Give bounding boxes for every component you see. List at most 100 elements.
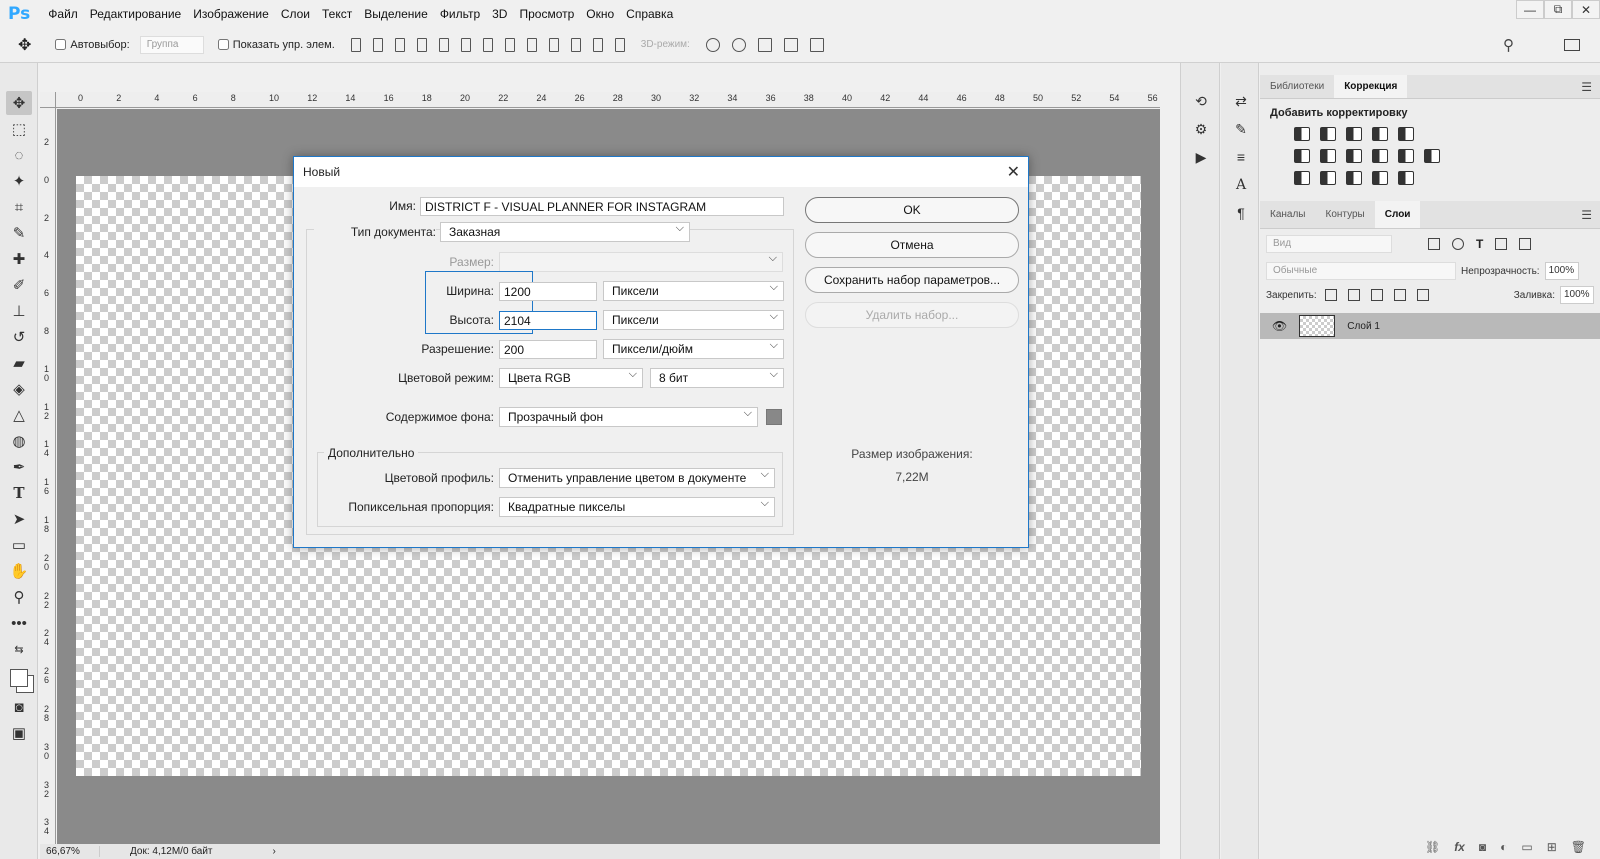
- move-icon[interactable]: ✥: [6, 91, 32, 115]
- layer-row[interactable]: 👁 Слой 1: [1260, 313, 1600, 339]
- width-unit-dropdown[interactable]: Пиксели: [603, 281, 784, 301]
- auto-select-checkbox[interactable]: Автовыбор:: [55, 39, 130, 51]
- distribute-vcenter-icon[interactable]: [504, 37, 515, 52]
- eraser-icon[interactable]: ▰: [6, 351, 32, 375]
- 3d-orbit-icon[interactable]: [705, 37, 720, 52]
- gradient-map-icon[interactable]: [1398, 171, 1414, 185]
- tab-libraries[interactable]: Библиотеки: [1260, 75, 1334, 98]
- group-icon[interactable]: ▭: [1521, 840, 1532, 854]
- auto-align-icon[interactable]: [614, 37, 625, 52]
- channel-mixer-icon[interactable]: [1398, 149, 1414, 163]
- photo-filter-icon[interactable]: [1372, 149, 1388, 163]
- dodge-icon[interactable]: ◍: [6, 429, 32, 453]
- new-layer-icon[interactable]: ⊞: [1547, 840, 1557, 854]
- menu-type[interactable]: Текст: [316, 7, 358, 21]
- background-dropdown[interactable]: Прозрачный фон: [499, 407, 758, 427]
- character-icon[interactable]: A: [1227, 173, 1255, 197]
- path-selection-icon[interactable]: ➤: [6, 507, 32, 531]
- name-input[interactable]: DISTRICT F - VISUAL PLANNER FOR INSTAGRA…: [420, 197, 784, 216]
- levels-icon[interactable]: [1320, 127, 1336, 141]
- actions-play-icon[interactable]: ▶: [1187, 145, 1215, 169]
- distribute-hcenter-icon[interactable]: [570, 37, 581, 52]
- lock-pixels-icon[interactable]: [1347, 289, 1360, 301]
- distribute-right-icon[interactable]: [592, 37, 603, 52]
- distribute-top-icon[interactable]: [482, 37, 493, 52]
- show-transform-checkbox[interactable]: Показать упр. элем.: [217, 39, 335, 51]
- selective-color-icon[interactable]: [1372, 171, 1388, 185]
- quick-mask-icon[interactable]: ◙: [6, 695, 32, 719]
- zoom-level[interactable]: 66,67%: [40, 846, 100, 857]
- auto-select-target-dropdown[interactable]: Группа: [139, 35, 204, 54]
- minimize-icon[interactable]: —: [1516, 0, 1544, 19]
- 3d-pan-icon[interactable]: [757, 37, 772, 52]
- filter-adjustment-icon[interactable]: [1452, 238, 1464, 250]
- crop-icon[interactable]: ⌗: [6, 195, 32, 219]
- posterize-icon[interactable]: [1320, 171, 1336, 185]
- brushes-icon[interactable]: ✎: [1227, 117, 1255, 141]
- 3d-roll-icon[interactable]: [731, 37, 746, 52]
- color-lookup-icon[interactable]: [1424, 149, 1440, 163]
- tab-layers[interactable]: Слои: [1374, 201, 1421, 228]
- paint-bucket-icon[interactable]: ◈: [6, 377, 32, 401]
- filter-smart-icon[interactable]: [1519, 238, 1532, 250]
- lock-artboard-icon[interactable]: [1393, 289, 1406, 301]
- lock-all-icon[interactable]: [1416, 289, 1429, 301]
- mask-icon[interactable]: ◙: [1479, 840, 1486, 854]
- search-icon[interactable]: ⚲: [1503, 36, 1514, 54]
- swap-colors-icon[interactable]: ⇆: [6, 637, 32, 661]
- adjust-icon[interactable]: ⇄: [1227, 89, 1255, 113]
- show-transform-check[interactable]: [217, 39, 229, 50]
- color-swatches-icon[interactable]: [6, 663, 32, 693]
- black-white-icon[interactable]: [1346, 149, 1362, 163]
- menu-image[interactable]: Изображение: [187, 7, 275, 21]
- align-bottom-icon[interactable]: [394, 37, 405, 52]
- workspace-icon[interactable]: [1564, 38, 1580, 51]
- menu-filter[interactable]: Фильтр: [434, 7, 486, 21]
- menu-view[interactable]: Просмотр: [513, 7, 580, 21]
- zoom-icon[interactable]: ⚲: [6, 585, 32, 609]
- link-icon[interactable]: ⛓: [1425, 840, 1440, 854]
- color-profile-dropdown[interactable]: Отменить управление цветом в документе: [499, 468, 775, 488]
- align-top-icon[interactable]: [350, 37, 361, 52]
- threshold-icon[interactable]: [1346, 171, 1362, 185]
- color-mode-dropdown[interactable]: Цвета RGB: [499, 368, 643, 388]
- distribute-bottom-icon[interactable]: [526, 37, 537, 52]
- invert-icon[interactable]: [1294, 171, 1310, 185]
- filter-type-icon[interactable]: T: [1476, 237, 1483, 251]
- lasso-icon[interactable]: ◌: [6, 143, 32, 167]
- fill-field[interactable]: 100%: [1560, 286, 1594, 304]
- ok-button[interactable]: OK: [805, 197, 1019, 223]
- resolution-input[interactable]: 200: [499, 340, 597, 359]
- menu-file[interactable]: Файл: [42, 7, 84, 21]
- align-right-icon[interactable]: [460, 37, 471, 52]
- screen-mode-icon[interactable]: ▣: [6, 721, 32, 745]
- doc-type-dropdown[interactable]: Заказная: [440, 222, 690, 242]
- height-input[interactable]: 2104: [499, 311, 597, 330]
- menu-window[interactable]: Окно: [580, 7, 620, 21]
- more-tools-icon[interactable]: •••: [6, 611, 32, 635]
- blur-icon[interactable]: △: [6, 403, 32, 427]
- close-window-icon[interactable]: ✕: [1572, 0, 1600, 19]
- filter-shape-icon[interactable]: [1495, 238, 1508, 250]
- healing-brush-icon[interactable]: ✚: [6, 247, 32, 271]
- move-tool-icon[interactable]: ✥: [18, 35, 31, 55]
- properties-icon[interactable]: ⚙: [1187, 117, 1215, 141]
- layer-filter-dropdown[interactable]: Вид: [1266, 235, 1392, 253]
- tab-channels[interactable]: Каналы: [1260, 201, 1316, 228]
- opacity-field[interactable]: 100%: [1544, 262, 1579, 280]
- restore-icon[interactable]: ⧉: [1544, 0, 1572, 19]
- menu-help[interactable]: Справка: [620, 7, 679, 21]
- menu-select[interactable]: Выделение: [358, 7, 434, 21]
- tab-corrections[interactable]: Коррекция: [1334, 75, 1408, 98]
- type-icon[interactable]: T: [6, 481, 32, 505]
- width-input[interactable]: 1200: [499, 282, 597, 301]
- align-hcenter-icon[interactable]: [438, 37, 449, 52]
- adjustment-layer-icon[interactable]: ◐: [1500, 840, 1507, 854]
- cancel-button[interactable]: Отмена: [805, 232, 1019, 258]
- layers-menu-icon[interactable]: ☰: [1581, 201, 1600, 228]
- history-brush-icon[interactable]: ↺: [6, 325, 32, 349]
- background-color-swatch[interactable]: [766, 409, 782, 425]
- vibrance-icon[interactable]: [1398, 127, 1414, 141]
- paragraph-icon[interactable]: ¶: [1227, 201, 1255, 225]
- menu-3d[interactable]: 3D: [486, 7, 513, 21]
